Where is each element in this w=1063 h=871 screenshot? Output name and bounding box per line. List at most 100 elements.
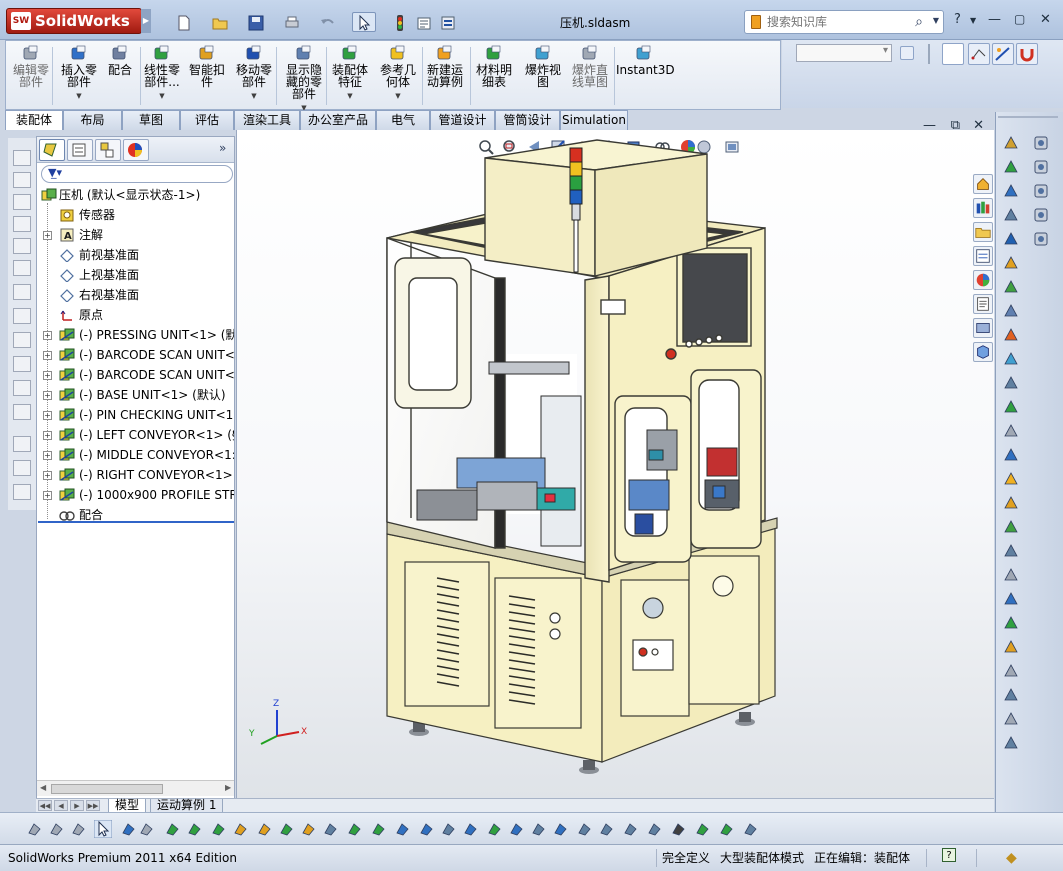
scroll-thumb[interactable] (51, 784, 163, 794)
task-tool-icon[interactable] (1002, 134, 1020, 152)
expand-icon[interactable]: + (43, 451, 52, 460)
tag-icon[interactable]: ◆ (1006, 845, 1017, 871)
tab-8[interactable]: 管筒设计 (495, 110, 560, 130)
display-manager-tab-icon[interactable] (123, 139, 149, 161)
selection-filter-icon[interactable] (576, 820, 594, 838)
task-tool-icon[interactable] (1002, 662, 1020, 680)
tree-item[interactable]: + (-) RIGHT CONVEYOR<1> (37, 465, 234, 485)
top-view-icon[interactable] (13, 238, 31, 254)
selection-filter-icon[interactable] (440, 820, 458, 838)
graphics-area[interactable]: — ⧉ ✕ Z X Y (236, 118, 995, 798)
selection-filter-icon[interactable] (138, 820, 156, 838)
file-explorer-icon[interactable] (973, 222, 993, 242)
forum-icon[interactable] (973, 318, 993, 338)
selection-filter-icon[interactable] (462, 820, 480, 838)
task-tool-icon[interactable] (1002, 230, 1020, 248)
first-tab-icon[interactable]: ◀◀ (38, 800, 52, 811)
search-input[interactable] (767, 14, 907, 30)
right-view-icon[interactable] (13, 216, 31, 232)
solidworks-resources-icon[interactable] (973, 174, 993, 194)
task-tool-icon[interactable] (1002, 278, 1020, 296)
left-view-icon[interactable] (13, 194, 31, 210)
task-tool-icon[interactable] (1002, 734, 1020, 752)
minimize-button[interactable]: — (988, 12, 1001, 27)
selection-filter-icon[interactable] (346, 820, 364, 838)
bom-button[interactable]: 材料明 细表 (472, 43, 516, 107)
selection-filter-icon[interactable] (322, 820, 340, 838)
insert-component-button[interactable]: 插入零 部件 ▼ (58, 43, 100, 107)
expand-icon[interactable]: + (43, 331, 52, 340)
selection-filter-icon[interactable] (394, 820, 412, 838)
explode-line-button[interactable]: 爆炸直 线草图 (568, 43, 612, 107)
options-button[interactable] (436, 12, 460, 32)
tree-item[interactable]: + A 注解 (37, 225, 234, 245)
new-document-button[interactable] (172, 12, 196, 32)
save-button[interactable] (244, 12, 268, 32)
move-component-button[interactable]: 移动零 部件 ▼ (232, 43, 276, 107)
blank-view-button[interactable] (942, 43, 964, 65)
task-tool-icon[interactable] (1002, 614, 1020, 632)
solidworks-menu-button[interactable]: SW SolidWorks ▶ (6, 8, 151, 34)
tab-model[interactable]: 模型 (108, 799, 147, 813)
expand-icon[interactable]: + (43, 431, 52, 440)
smart-dimension-icon[interactable] (992, 43, 1014, 65)
tree-item[interactable]: + (-) BARCODE SCAN UNIT< (37, 365, 234, 385)
tab-2[interactable]: 草图 (122, 110, 180, 130)
tree-item[interactable]: + (-) PRESSING UNIT<1> (默 (37, 325, 234, 345)
scroll-right-icon[interactable]: ▶ (225, 783, 231, 792)
selection-filter-icon[interactable] (646, 820, 664, 838)
instant3d-button[interactable]: Instant3D (616, 43, 675, 107)
next-tab-icon[interactable]: ▶ (70, 800, 84, 811)
selection-filter-icon[interactable] (718, 820, 736, 838)
mate-button[interactable]: 配合 (102, 43, 138, 107)
selection-filter-icon[interactable] (300, 820, 318, 838)
feature-tree-tab-icon[interactable] (39, 139, 65, 161)
task-tool-icon[interactable] (1002, 446, 1020, 464)
expand-icon[interactable]: + (43, 391, 52, 400)
print-button[interactable] (280, 12, 304, 32)
dropdown-arrow-icon[interactable]: ▼ (376, 90, 420, 102)
selection-filter-icon[interactable] (186, 820, 204, 838)
pan-view-icon[interactable] (13, 332, 31, 348)
task-tool-icon[interactable] (1002, 518, 1020, 536)
task-tool-icon[interactable] (1002, 182, 1020, 200)
selection-filter-icon[interactable] (164, 820, 182, 838)
open-button[interactable] (208, 12, 232, 32)
tab-motion-study-1[interactable]: 运动算例 1 (150, 799, 224, 813)
back-view-icon[interactable] (13, 172, 31, 188)
dropdown-arrow-icon[interactable]: ▼ (58, 90, 100, 102)
selection-filter-icon[interactable] (598, 820, 616, 838)
undo-button[interactable] (316, 12, 340, 32)
assembly-model-view[interactable]: Z X Y (237, 130, 995, 798)
selection-filter-icon[interactable] (742, 820, 760, 838)
search-dropdown-icon[interactable]: ▼ (933, 16, 939, 25)
selection-filter-icon[interactable] (486, 820, 504, 838)
select-tool-icon[interactable] (94, 820, 112, 838)
tree-root-assembly[interactable]: 压机 (默认<显示状态-1>) (37, 185, 234, 205)
expand-icon[interactable]: + (43, 491, 52, 500)
tree-item[interactable]: 前视基准面 (37, 245, 234, 265)
task-tool-icon[interactable] (1002, 350, 1020, 368)
task-tool-icon[interactable] (1002, 422, 1020, 440)
selection-filter-icon[interactable] (370, 820, 388, 838)
tree-item[interactable]: + (-) BASE UNIT<1> (默认) (37, 385, 234, 405)
display-style-icon[interactable] (13, 460, 31, 476)
linear-pattern-button[interactable]: 线性零 部件... ▼ (140, 43, 184, 107)
selection-filter-icon[interactable] (622, 820, 640, 838)
expand-icon[interactable]: + (43, 471, 52, 480)
selection-filter-icon[interactable] (694, 820, 712, 838)
selection-filter-icon[interactable] (530, 820, 548, 838)
help-status-icon[interactable]: ? (942, 848, 956, 862)
config-button[interactable] (900, 46, 914, 60)
task-tool-icon[interactable] (1002, 494, 1020, 512)
tree-item[interactable]: 传感器 (37, 205, 234, 225)
last-tab-icon[interactable]: ▶▶ (86, 800, 100, 811)
task-tool-icon[interactable] (1032, 134, 1050, 152)
motion-study-button[interactable]: 新建运 动算例 (424, 43, 466, 107)
smart-fasteners-button[interactable]: 智能扣 件 (186, 43, 228, 107)
exploded-view-button[interactable]: 爆炸视 图 (522, 43, 564, 107)
selection-filter-icon[interactable] (670, 820, 688, 838)
scroll-left-icon[interactable]: ◀ (40, 783, 46, 792)
selection-filter-icon[interactable] (70, 820, 88, 838)
expand-icon[interactable]: + (43, 351, 52, 360)
